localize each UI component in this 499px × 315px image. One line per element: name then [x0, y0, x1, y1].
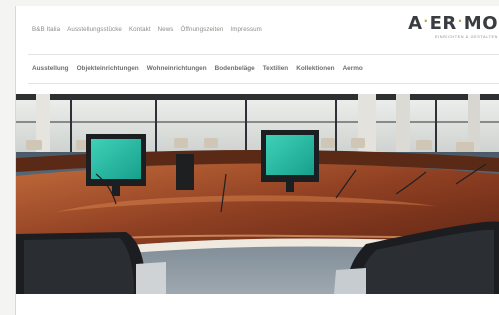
top-nav-news[interactable]: News	[158, 26, 174, 33]
top-nav-bb-italia[interactable]: B&B Italia	[32, 26, 60, 33]
top-nav-ausstellungsstuecke[interactable]: Ausstellungsstücke	[67, 26, 122, 33]
main-nav-bodenbelaege[interactable]: Bodenbeläge	[215, 65, 255, 72]
main-nav-wohneinrichtungen[interactable]: Wohneinrichtungen	[147, 65, 207, 72]
page: B&B Italia Ausstellungsstücke Kontakt Ne…	[15, 6, 499, 315]
main-nav-kollektionen[interactable]: Kollektionen	[296, 65, 334, 72]
top-navigation: B&B Italia Ausstellungsstücke Kontakt Ne…	[32, 26, 262, 33]
main-nav-objekteinrichtungen[interactable]: Objekteinrichtungen	[77, 65, 139, 72]
hero-image	[16, 94, 499, 294]
main-nav-ausstellung[interactable]: Ausstellung	[32, 65, 69, 72]
logo-wordmark: A·ER·MO	[408, 13, 498, 34]
main-nav-aermo[interactable]: Aermo	[343, 65, 363, 72]
main-navigation: Ausstellung Objekteinrichtungen Wohneinr…	[32, 65, 363, 72]
logo-tagline: EINRICHTEN & GESTALTEN	[434, 35, 498, 39]
brand-logo[interactable]: A·ER·MO EINRICHTEN & GESTALTEN	[408, 12, 498, 39]
conference-room-photo	[16, 94, 499, 294]
top-nav-impressum[interactable]: Impressum	[230, 26, 262, 33]
divider	[28, 83, 499, 84]
top-nav-oeffnungszeiten[interactable]: Öffnungszeiten	[181, 26, 224, 33]
main-nav-textilien[interactable]: Textilien	[263, 65, 288, 72]
top-nav-kontakt[interactable]: Kontakt	[129, 26, 151, 33]
divider	[28, 54, 499, 55]
